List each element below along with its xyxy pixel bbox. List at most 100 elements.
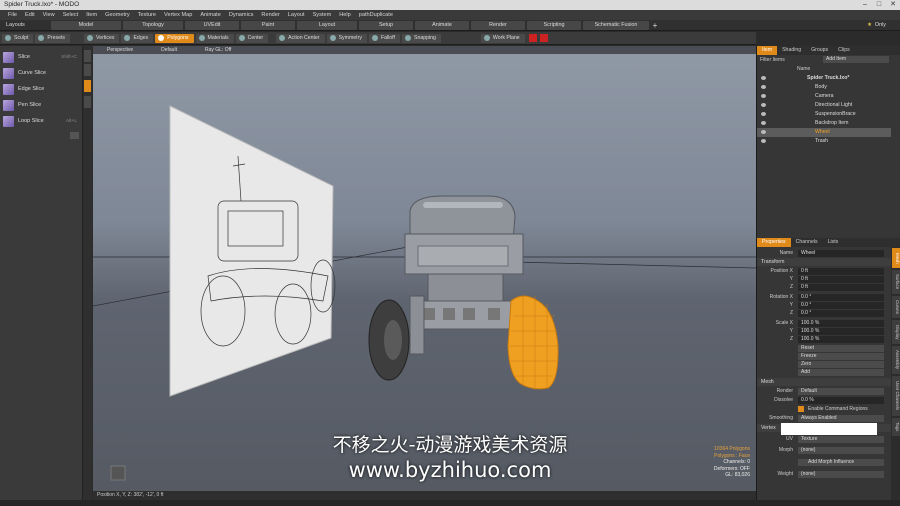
minimize-icon[interactable]: – [858, 0, 872, 10]
rotation-y-field[interactable]: 0.0 ° [798, 301, 884, 309]
menu-help[interactable]: Help [335, 12, 355, 18]
tree-item-scene[interactable]: Spider Truck.lxo* [757, 74, 891, 83]
tree-item-trash[interactable]: Trash [757, 137, 891, 146]
side-tab-tags[interactable]: Tags [892, 418, 900, 436]
tree-item-camera[interactable]: Camera [757, 92, 891, 101]
side-tab-surface[interactable]: Surface [892, 270, 900, 294]
center-mode-button[interactable]: Center [235, 33, 269, 43]
tool-tab-active[interactable] [84, 80, 91, 92]
tree-item-suspension[interactable]: SuspensionBrace [757, 110, 891, 119]
presets-button[interactable]: Presets [35, 33, 71, 43]
curve-slice-tool[interactable]: Curve Slice [3, 66, 81, 80]
mesh-section[interactable]: Mesh [757, 378, 891, 386]
visibility-icon[interactable] [761, 94, 766, 98]
zero-button[interactable]: Zero [798, 360, 884, 368]
add-layout-icon[interactable]: + [650, 21, 660, 30]
scale-y-field[interactable]: 100.0 % [798, 327, 884, 335]
add-item-button[interactable]: Add Item [823, 56, 889, 63]
tab-channels[interactable]: Channels [791, 238, 823, 247]
record-icon[interactable] [528, 34, 537, 42]
menu-select[interactable]: Select [59, 12, 83, 18]
menu-file[interactable]: File [4, 12, 21, 18]
position-y-field[interactable]: 0 ft [798, 275, 884, 283]
side-tab-mesh[interactable]: Mesh [892, 248, 900, 268]
rotation-z-field[interactable]: 0.0 ° [798, 309, 884, 317]
tab-scripting[interactable]: Scripting [527, 20, 581, 30]
layouts-menu[interactable]: Layouts [0, 22, 50, 28]
uv-select[interactable]: Texture [798, 435, 884, 443]
menu-vertex-map[interactable]: Vertex Map [160, 12, 196, 18]
visibility-icon[interactable] [761, 121, 766, 125]
expand-icon[interactable] [70, 132, 79, 139]
polygons-mode-button[interactable]: Polygons [155, 33, 194, 43]
menu-texture[interactable]: Texture [134, 12, 160, 18]
tab-uvedit[interactable]: UVEdit [185, 20, 239, 30]
tab-setup[interactable]: Setup [359, 20, 413, 30]
tab-topology[interactable]: Topology [123, 20, 183, 30]
visibility-icon[interactable] [761, 76, 766, 80]
loop-slice-tool[interactable]: Loop Slice Alt+L [3, 114, 81, 128]
tool-tab-2[interactable] [84, 64, 91, 76]
symmetry-button[interactable]: Symmetry [326, 33, 367, 43]
side-tab-curves[interactable]: Curves [892, 296, 900, 318]
visibility-icon[interactable] [761, 130, 766, 134]
tree-item-light[interactable]: Directional Light [757, 101, 891, 110]
filter-items[interactable]: Filter Items [760, 57, 785, 63]
close-icon[interactable]: ✕ [886, 0, 900, 10]
tab-groups[interactable]: Groups [806, 46, 833, 55]
tab-layout[interactable]: Layout [297, 20, 357, 30]
maximize-icon[interactable]: □ [872, 0, 886, 10]
visibility-icon[interactable] [761, 139, 766, 143]
menu-path-duplicate[interactable]: pathDuplicate [355, 12, 397, 18]
menu-animate[interactable]: Animate [196, 12, 225, 18]
menu-geometry[interactable]: Geometry [101, 12, 134, 18]
menu-layout[interactable]: Layout [284, 12, 309, 18]
sculpt-button[interactable]: Sculpt [2, 33, 34, 43]
tab-item[interactable]: Item [757, 46, 778, 55]
smoothing-select[interactable]: Always Enabled [798, 414, 884, 422]
dissolve-field[interactable]: 0.0 % [798, 396, 884, 404]
weight-select[interactable]: (none) [798, 470, 884, 478]
scale-z-field[interactable]: 100.0 % [798, 335, 884, 343]
pen-slice-tool[interactable]: Pen Slice [3, 98, 81, 112]
reset-button[interactable]: Reset [798, 344, 884, 352]
visibility-icon[interactable] [761, 112, 766, 116]
visibility-icon[interactable] [761, 103, 766, 107]
menu-item[interactable]: Item [82, 12, 101, 18]
add-morph-button[interactable]: Add Morph Influence [798, 458, 884, 466]
visibility-icon[interactable] [761, 85, 766, 89]
morph-select[interactable]: (none) [798, 446, 884, 454]
side-tab-user-channels[interactable]: User Channels [892, 376, 900, 416]
side-tab-assembly[interactable]: Assembly [892, 346, 900, 374]
scale-x-field[interactable]: 100.0 % [798, 319, 884, 327]
materials-mode-button[interactable]: Materials [195, 33, 234, 43]
action-center-button[interactable]: Action Center [276, 33, 325, 43]
tab-render[interactable]: Render [471, 20, 525, 30]
tab-paint[interactable]: Paint [241, 20, 295, 30]
tool-tab-1[interactable] [84, 50, 91, 62]
menu-dynamics[interactable]: Dynamics [225, 12, 258, 18]
tree-item-body[interactable]: Body [757, 83, 891, 92]
transform-section[interactable]: Transform [757, 258, 891, 266]
vertices-mode-button[interactable]: Vertices [84, 33, 120, 43]
slice-tool[interactable]: Slice Shift+C [3, 50, 81, 64]
tab-animate[interactable]: Animate [415, 20, 469, 30]
3d-viewport[interactable]: Perspective Default Ray GL: Off 10364 Po… [93, 46, 756, 491]
add-transform-button[interactable]: Add [798, 368, 884, 376]
position-x-field[interactable]: 0 ft [798, 267, 884, 275]
tab-shading[interactable]: Shading [777, 46, 806, 55]
menu-system[interactable]: System [309, 12, 336, 18]
menu-edit[interactable]: Edit [21, 12, 39, 18]
edges-mode-button[interactable]: Edges [121, 33, 154, 43]
rotation-x-field[interactable]: 0.0 ° [798, 293, 884, 301]
tab-schematic-fusion[interactable]: Schematic Fusion [583, 20, 649, 30]
freeze-button[interactable]: Freeze [798, 352, 884, 360]
name-field[interactable]: Wheel [798, 249, 884, 257]
tree-item-wheel[interactable]: Wheel [757, 128, 891, 137]
menu-view[interactable]: View [39, 12, 59, 18]
tab-properties[interactable]: Properties [757, 238, 791, 247]
falloff-button[interactable]: Falloff [368, 33, 400, 43]
menu-render[interactable]: Render [257, 12, 283, 18]
work-plane-button[interactable]: Work Plane [480, 33, 525, 43]
trash-icon[interactable] [539, 34, 548, 42]
